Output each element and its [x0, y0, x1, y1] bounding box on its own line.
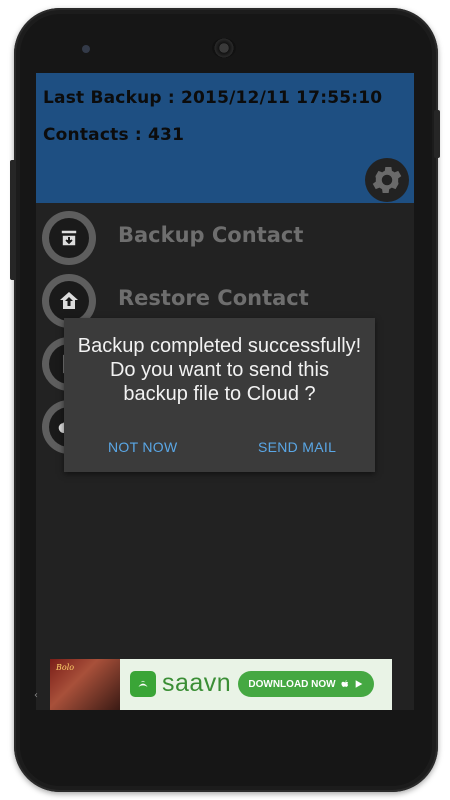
- menu-item-backup[interactable]: Backup Contact: [36, 207, 414, 265]
- ad-download-button[interactable]: DOWNLOAD NOW: [238, 671, 374, 697]
- last-backup-text: Last Backup : 2015/12/11 17:55:10: [43, 88, 383, 108]
- settings-button[interactable]: [365, 158, 409, 202]
- play-store-icon: [355, 680, 362, 688]
- not-now-button[interactable]: NOT NOW: [108, 439, 178, 455]
- archive-download-icon: [60, 229, 78, 247]
- backup-info-header: Last Backup : 2015/12/11 17:55:10 Contac…: [36, 73, 414, 203]
- dialog-line-3: backup file to Cloud ?: [123, 383, 316, 405]
- ad-cta-label: DOWNLOAD NOW: [248, 678, 336, 690]
- ad-arrow-icon: ‹: [34, 690, 38, 701]
- gear-icon: [372, 166, 402, 194]
- volume-button: [10, 160, 16, 280]
- earpiece-speaker-icon: [212, 38, 236, 58]
- apple-icon: [341, 680, 348, 687]
- send-mail-button[interactable]: SEND MAIL: [258, 439, 336, 455]
- saavn-logo-icon: [130, 671, 156, 697]
- front-camera-icon: [82, 45, 90, 53]
- ad-thumb-text: Bolo: [56, 663, 75, 672]
- power-button: [434, 110, 440, 158]
- contacts-count-text: Contacts : 431: [43, 125, 185, 145]
- restore-contact-label: Restore Contact: [118, 286, 309, 310]
- backup-complete-dialog: Backup completed successfully! Do you wa…: [64, 318, 375, 472]
- backup-contact-label: Backup Contact: [118, 223, 304, 247]
- upload-home-icon: [60, 292, 78, 309]
- ad-banner[interactable]: Bolo saavn DOWNLOAD NOW: [50, 659, 392, 710]
- saavn-mark-icon: [138, 680, 148, 687]
- dialog-message: Backup completed successfully! Do you wa…: [64, 334, 375, 406]
- dialog-line-2: Do you want to send this: [109, 359, 329, 381]
- ad-brand-name: saavn: [162, 669, 232, 697]
- backup-icon-circle: [42, 211, 96, 265]
- ad-thumbnail: Bolo: [50, 659, 120, 710]
- dialog-line-1: Backup completed successfully!: [77, 335, 362, 357]
